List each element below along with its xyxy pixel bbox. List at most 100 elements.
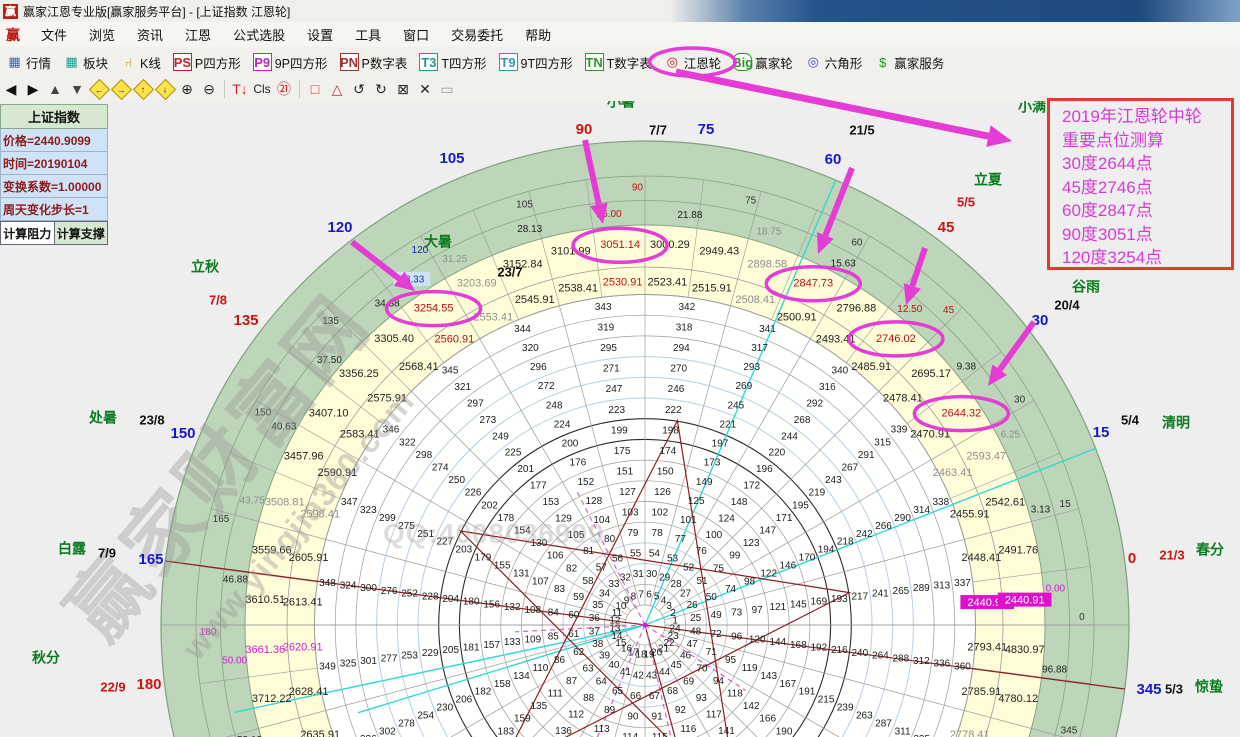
rotate-cw-icon[interactable]: ↻ (370, 79, 392, 99)
svg-text:86: 86 (554, 655, 566, 666)
svg-text:87: 87 (566, 676, 578, 687)
svg-text:谷雨: 谷雨 (1072, 279, 1100, 295)
svg-text:146: 146 (779, 560, 796, 571)
toolbar-label: P数字表 (362, 53, 408, 72)
menu-item-公式选股[interactable]: 公式选股 (222, 28, 296, 43)
toolbar-button-P数字表[interactable]: PNP数字表 (334, 50, 414, 74)
pan-right-icon[interactable]: → (110, 79, 132, 99)
svg-text:91: 91 (652, 711, 664, 722)
svg-text:3457.96: 3457.96 (284, 451, 324, 463)
pointer-down-icon[interactable]: ▼ (66, 79, 88, 99)
pan-up-icon[interactable]: ↑ (132, 79, 154, 99)
svg-text:301: 301 (360, 656, 377, 667)
menu-item-设置[interactable]: 设置 (296, 28, 344, 43)
zoom-in-icon[interactable]: ⊕ (176, 79, 198, 99)
menu-item-江恩[interactable]: 江恩 (174, 28, 222, 43)
svg-text:116: 116 (680, 724, 696, 735)
svg-text:28.13: 28.13 (517, 224, 542, 235)
svg-text:2568.41: 2568.41 (399, 361, 439, 373)
toolbar-button-K线[interactable]: ⑁K线 (114, 50, 167, 74)
prev-icon[interactable]: ◀ (0, 79, 22, 99)
screen-icon[interactable]: ▭ (436, 79, 458, 99)
menu-item-帮助[interactable]: 帮助 (514, 28, 562, 43)
box-x-icon[interactable]: ⊠ (392, 79, 414, 99)
triangle-tool-icon[interactable]: △ (326, 79, 348, 99)
svg-text:149: 149 (696, 477, 713, 488)
svg-text:153: 153 (543, 497, 560, 508)
svg-text:2644.32: 2644.32 (942, 408, 982, 420)
panel-button-计算阻力[interactable]: 计算阻力 (0, 221, 55, 245)
svg-text:5/3: 5/3 (1165, 681, 1183, 696)
menu-item-工具[interactable]: 工具 (344, 28, 392, 43)
svg-text:63: 63 (582, 663, 594, 674)
svg-text:45: 45 (671, 660, 683, 671)
svg-text:220: 220 (769, 448, 786, 459)
svg-text:150: 150 (170, 425, 195, 442)
svg-text:7/8: 7/8 (209, 292, 227, 307)
svg-text:2560.91: 2560.91 (435, 334, 475, 346)
svg-text:23/7: 23/7 (497, 264, 522, 279)
scale-icon[interactable]: ✕ (414, 79, 436, 99)
toolbar-button-9P四方形[interactable]: P99P四方形 (247, 50, 334, 74)
svg-text:241: 241 (872, 589, 889, 600)
svg-text:83: 83 (554, 584, 566, 595)
svg-text:311: 311 (895, 726, 911, 737)
svg-text:249: 249 (492, 431, 509, 442)
toolbar-button-9T四方形[interactable]: T99T四方形 (493, 50, 579, 74)
svg-text:170: 170 (799, 553, 816, 564)
svg-text:3051.14: 3051.14 (600, 239, 640, 251)
svg-text:23/8: 23/8 (139, 412, 164, 427)
pointer-up-icon[interactable]: ▲ (44, 79, 66, 99)
svg-text:302: 302 (379, 726, 396, 737)
svg-text:338: 338 (932, 497, 949, 508)
menu-item-文件[interactable]: 文件 (30, 28, 78, 43)
svg-text:立秋: 立秋 (191, 259, 220, 275)
svg-text:144: 144 (769, 637, 786, 648)
cls-button[interactable]: Cls (251, 79, 273, 99)
service-icon: $ (874, 54, 891, 70)
toolbar-button-T数字表[interactable]: TNT数字表 (579, 50, 658, 74)
svg-text:102: 102 (651, 507, 668, 518)
toolbar-button-行情[interactable]: ▦行情 (0, 50, 57, 74)
svg-text:246: 246 (668, 384, 685, 395)
pan-left-icon[interactable]: ← (88, 79, 110, 99)
svg-text:30: 30 (646, 569, 658, 580)
square-tool-icon[interactable]: □ (304, 79, 326, 99)
toolbar-button-T四方形[interactable]: T3T四方形 (413, 50, 492, 74)
next-icon[interactable]: ▶ (22, 79, 44, 99)
svg-text:269: 269 (735, 381, 752, 392)
annotation-line: 重要点位测算 (1062, 129, 1231, 153)
t-down-icon[interactable]: T↓ (229, 79, 251, 99)
svg-text:108: 108 (524, 605, 541, 616)
panel-button-计算支撑[interactable]: 计算支撑 (55, 221, 109, 245)
svg-text:197: 197 (712, 439, 729, 450)
menu-item-浏览[interactable]: 浏览 (78, 28, 126, 43)
menu-item-资讯[interactable]: 资讯 (126, 28, 174, 43)
toolbar-button-P四方形[interactable]: PSP四方形 (167, 50, 247, 74)
svg-text:341: 341 (759, 324, 776, 335)
svg-text:136: 136 (555, 726, 572, 737)
svg-text:2470.91: 2470.91 (910, 428, 950, 440)
svg-text:240: 240 (851, 648, 868, 659)
calendar-icon[interactable]: ㉑ (273, 79, 295, 99)
menu-item-交易委托[interactable]: 交易委托 (440, 28, 514, 43)
menu-item-窗口[interactable]: 窗口 (392, 28, 440, 43)
svg-text:2440.91: 2440.91 (1005, 595, 1045, 607)
rotate-ccw-icon[interactable]: ↺ (348, 79, 370, 99)
svg-text:248: 248 (546, 400, 563, 411)
svg-text:268: 268 (794, 415, 811, 426)
toolbar-button-板块[interactable]: ▦板块 (57, 50, 114, 74)
svg-text:2613.41: 2613.41 (283, 597, 323, 609)
pan-down-icon[interactable]: ↓ (154, 79, 176, 99)
toolbar-button-江恩轮[interactable]: ◎江恩轮 (658, 50, 728, 74)
svg-text:202: 202 (481, 500, 498, 511)
toolbar-button-赢家轮[interactable]: Big赢家轮 (727, 50, 799, 74)
annotation-line: 90度3051点 (1062, 223, 1231, 247)
zoom-out-icon[interactable]: ⊖ (198, 79, 220, 99)
svg-text:266: 266 (875, 521, 892, 532)
toolbar-button-赢家服务[interactable]: $赢家服务 (868, 50, 950, 74)
svg-text:52: 52 (683, 563, 695, 574)
svg-text:175: 175 (614, 446, 631, 457)
svg-text:71: 71 (706, 647, 718, 658)
toolbar-button-六角形[interactable]: ◎六角形 (799, 50, 869, 74)
